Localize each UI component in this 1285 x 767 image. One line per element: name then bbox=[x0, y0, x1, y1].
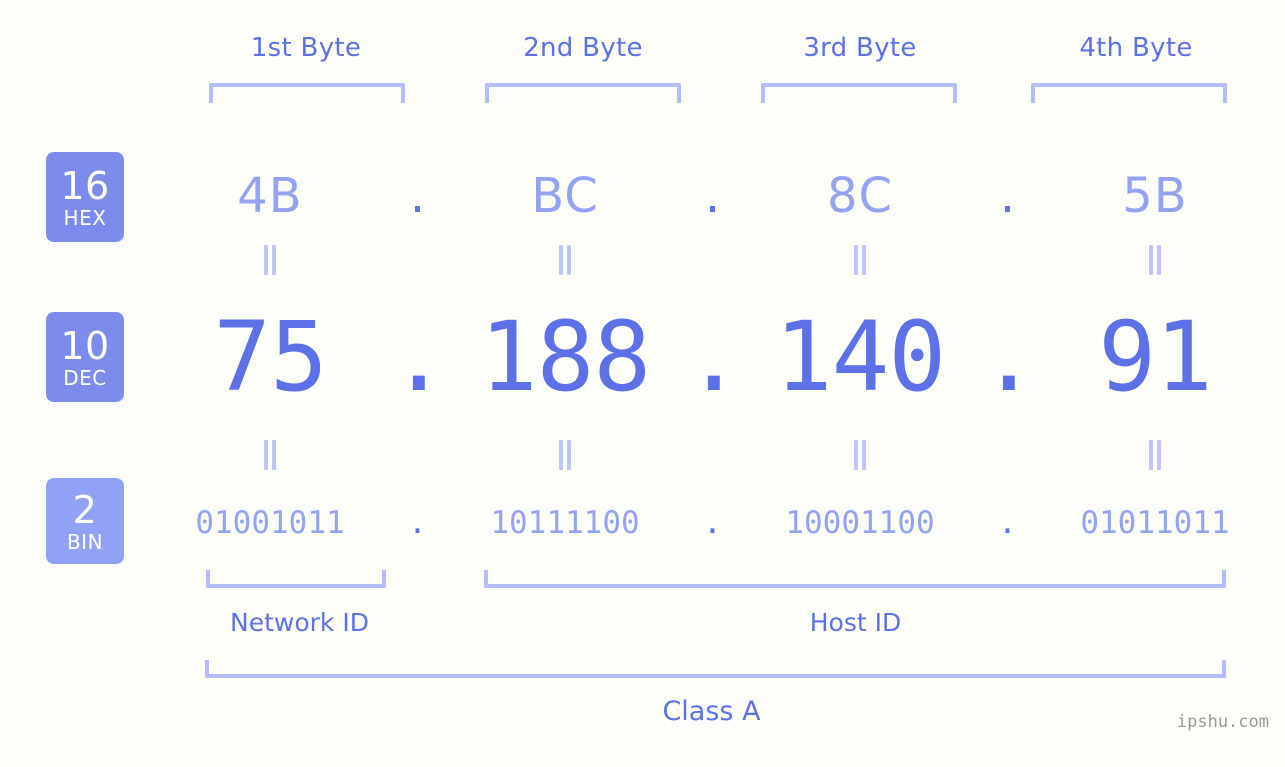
hex-separator-2: . bbox=[704, 168, 721, 224]
base-badge-dec-abbr: DEC bbox=[63, 365, 107, 390]
base-badge-hex: 16 HEX bbox=[46, 152, 124, 242]
class-label: Class A bbox=[662, 696, 761, 727]
equals-cell-5 bbox=[150, 440, 390, 474]
host-id-label: Host ID bbox=[809, 608, 902, 637]
byte-header-1: 1st Byte bbox=[250, 33, 362, 63]
bin-octet-1: 01001011 bbox=[195, 505, 345, 541]
byte-bracket-2 bbox=[485, 83, 681, 103]
byte-bracket-1 bbox=[209, 83, 405, 103]
ip-breakdown-diagram: 1st Byte 2nd Byte 3rd Byte 4th Byte 16 H… bbox=[0, 0, 1285, 767]
base-badge-dec: 10 DEC bbox=[46, 312, 124, 402]
byte-header-4: 4th Byte bbox=[1079, 33, 1193, 63]
dec-octet-2: 188 bbox=[479, 301, 651, 413]
equals-icon bbox=[558, 440, 572, 470]
equals-cell-1 bbox=[150, 245, 390, 279]
base-badge-bin-number: 2 bbox=[72, 487, 98, 532]
base-badge-bin-abbr: BIN bbox=[66, 529, 104, 554]
site-watermark: ipshu.com bbox=[1176, 712, 1269, 732]
hex-octet-1: 4B bbox=[237, 168, 303, 224]
network-id-bracket bbox=[206, 570, 386, 588]
equals-cell-3 bbox=[740, 245, 980, 279]
equals-icon bbox=[263, 245, 277, 275]
equals-cell-6 bbox=[445, 440, 685, 474]
equals-cell-7 bbox=[740, 440, 980, 474]
dec-separator-3: . bbox=[980, 301, 1038, 413]
hex-value-row: 4B . BC . 8C . 5B bbox=[150, 150, 1275, 242]
bin-separator-1: . bbox=[408, 505, 427, 541]
byte-header-3: 3rd Byte bbox=[803, 33, 917, 63]
equals-icon bbox=[558, 245, 572, 275]
bin-octet-4: 01011011 bbox=[1080, 505, 1230, 541]
hex-octet-3: 8C bbox=[826, 168, 894, 224]
base-badge-hex-number: 16 bbox=[60, 163, 110, 208]
byte-bracket-4 bbox=[1031, 83, 1227, 103]
base-badge-dec-number: 10 bbox=[60, 323, 110, 368]
base-badge-hex-abbr: HEX bbox=[63, 205, 107, 230]
equals-row-hex-dec bbox=[150, 245, 1275, 279]
class-bracket bbox=[205, 660, 1226, 678]
equals-cell-8 bbox=[1035, 440, 1275, 474]
dec-octet-4: 91 bbox=[1098, 301, 1213, 413]
equals-icon bbox=[853, 440, 867, 470]
bin-separator-3: . bbox=[998, 505, 1017, 541]
equals-icon bbox=[263, 440, 277, 470]
hex-separator-3: . bbox=[999, 168, 1016, 224]
bin-value-row: 01001011 . 10111100 . 10001100 . 0101101… bbox=[150, 492, 1275, 554]
equals-icon bbox=[1148, 245, 1162, 275]
base-badge-bin: 2 BIN bbox=[46, 478, 124, 564]
dec-value-row: 75 . 188 . 140 . 91 bbox=[150, 292, 1275, 422]
bin-octet-2: 10111100 bbox=[490, 505, 640, 541]
hex-octet-4: 5B bbox=[1122, 168, 1188, 224]
dec-octet-1: 75 bbox=[213, 301, 328, 413]
dec-octet-3: 140 bbox=[774, 301, 946, 413]
byte-header-2: 2nd Byte bbox=[523, 33, 643, 63]
hex-separator-1: . bbox=[409, 168, 426, 224]
bin-separator-2: . bbox=[703, 505, 722, 541]
equals-cell-4 bbox=[1035, 245, 1275, 279]
equals-cell-2 bbox=[445, 245, 685, 279]
host-id-bracket bbox=[484, 570, 1226, 588]
network-id-label: Network ID bbox=[230, 608, 369, 637]
bin-octet-3: 10001100 bbox=[785, 505, 935, 541]
equals-row-dec-bin bbox=[150, 440, 1275, 474]
equals-icon bbox=[853, 245, 867, 275]
byte-bracket-3 bbox=[761, 83, 957, 103]
dec-separator-1: . bbox=[390, 301, 448, 413]
equals-icon bbox=[1148, 440, 1162, 470]
hex-octet-2: BC bbox=[531, 168, 599, 224]
dec-separator-2: . bbox=[685, 301, 743, 413]
